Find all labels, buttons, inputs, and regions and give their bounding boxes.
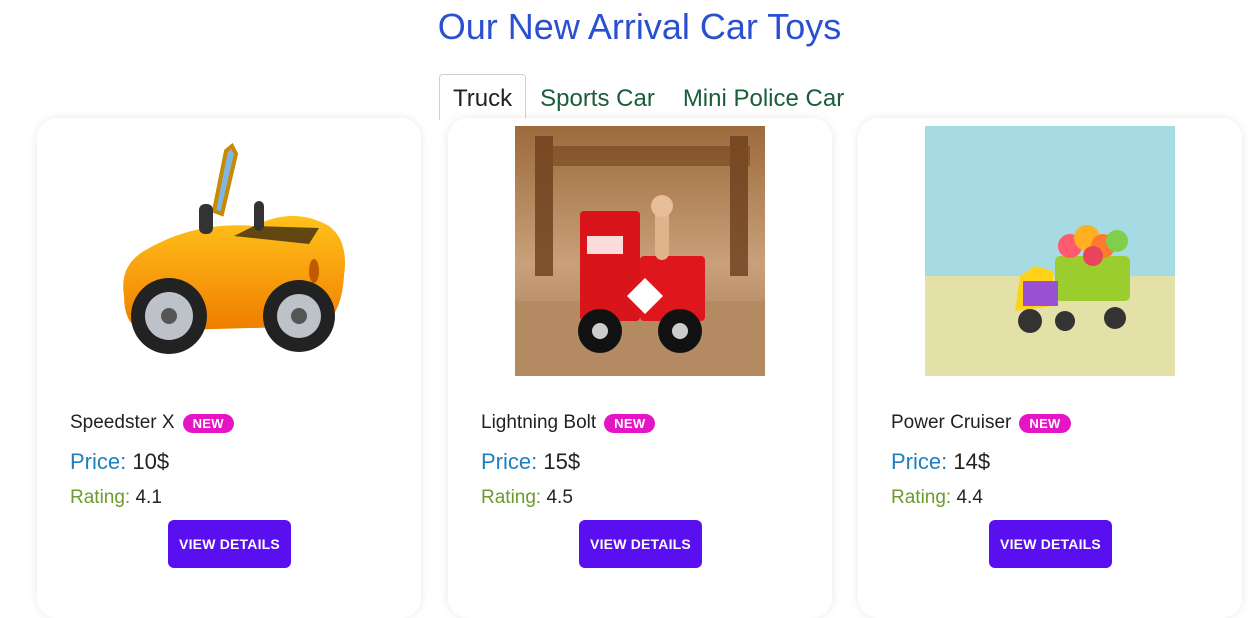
product-image	[925, 126, 1175, 376]
product-name: Power Cruiser NEW	[891, 412, 1071, 434]
rating-value: 4.5	[546, 487, 573, 508]
view-details-button[interactable]: VIEW DETAILS	[989, 520, 1112, 568]
product-card: Power Cruiser NEW Price: 14$ Rating: 4.4…	[858, 118, 1242, 618]
new-badge: NEW	[1019, 413, 1071, 433]
price-value: 15$	[543, 449, 581, 474]
product-name-text: Power Cruiser	[891, 412, 1012, 433]
price-label: Price:	[891, 449, 948, 474]
product-price: Price: 10$	[70, 449, 169, 475]
product-image	[104, 126, 354, 376]
price-value: 10$	[132, 449, 170, 474]
tab-sports-car[interactable]: Sports Car	[526, 74, 669, 120]
tab-truck[interactable]: Truck	[439, 74, 527, 120]
product-name: Lightning Bolt NEW	[481, 412, 656, 434]
yellow-convertible-car-image	[123, 142, 346, 354]
view-details-button[interactable]: VIEW DETAILS	[168, 520, 291, 568]
yellow-toy-truck-candy-image	[925, 126, 1175, 376]
product-name: Speedster X NEW	[70, 412, 234, 434]
product-rating: Rating: 4.5	[481, 487, 573, 509]
price-label: Price:	[481, 449, 538, 474]
red-wooden-train-image	[515, 126, 765, 376]
tab-mini-police-car[interactable]: Mini Police Car	[669, 74, 858, 120]
price-label: Price:	[70, 449, 127, 474]
new-badge: NEW	[182, 413, 234, 433]
product-price: Price: 14$	[891, 449, 990, 475]
new-badge: NEW	[604, 413, 656, 433]
product-rating: Rating: 4.1	[70, 487, 162, 509]
product-name-text: Lightning Bolt	[481, 412, 597, 433]
view-details-button[interactable]: VIEW DETAILS	[579, 520, 702, 568]
product-price: Price: 15$	[481, 449, 580, 475]
product-name-text: Speedster X	[70, 412, 175, 433]
rating-value: 4.1	[135, 487, 162, 508]
product-rating: Rating: 4.4	[891, 487, 983, 509]
page-title: Our New Arrival Car Toys	[437, 6, 842, 47]
rating-label: Rating:	[481, 487, 542, 508]
rating-label: Rating:	[70, 487, 131, 508]
price-value: 14$	[953, 449, 991, 474]
product-card: Lightning Bolt NEW Price: 15$ Rating: 4.…	[448, 118, 832, 618]
product-card: Speedster X NEW Price: 10$ Rating: 4.1 V…	[37, 118, 421, 618]
product-image	[515, 126, 765, 376]
rating-value: 4.4	[956, 487, 983, 508]
rating-label: Rating:	[891, 487, 952, 508]
category-tabs: Truck Sports Car Mini Police Car	[439, 74, 858, 120]
